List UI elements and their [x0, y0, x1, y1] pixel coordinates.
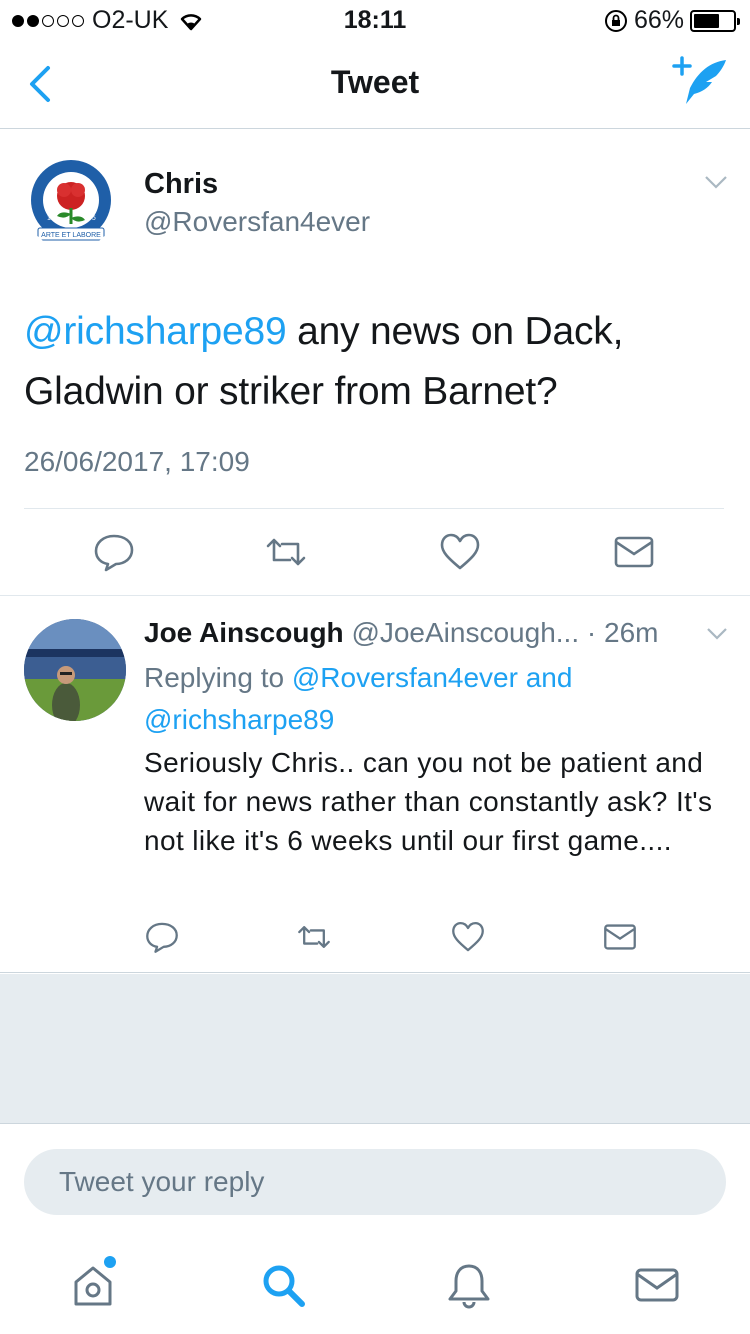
- reply-actions: [0, 919, 750, 955]
- crest-year-left: 18: [47, 215, 55, 222]
- tweet-text: @richsharpe89 any news on Dack, Gladwin …: [24, 302, 724, 422]
- like-heart-icon[interactable]: [450, 919, 486, 955]
- envelope-icon[interactable]: [632, 1260, 682, 1310]
- replying-to: Replying to @Roversfan4ever and @richshar…: [144, 657, 724, 741]
- mention-link[interactable]: @richsharpe89: [24, 310, 287, 353]
- battery-percent: 66%: [633, 6, 684, 34]
- empty-area: [0, 974, 750, 1124]
- battery-fill: [694, 13, 720, 28]
- main-tweet: ARTE ET LABORE 18 75 Chris @Roversfan4ev…: [0, 130, 750, 596]
- direct-message-icon[interactable]: [602, 919, 638, 955]
- reply-tweet[interactable]: Joe Ainscough @JoeAinscough... · 26m Rep…: [0, 597, 750, 973]
- reply-author-handle[interactable]: @JoeAinscough...: [351, 617, 579, 648]
- author-name[interactable]: Chris: [144, 168, 218, 201]
- crest-year-right: 75: [88, 215, 96, 222]
- reply-avatar[interactable]: [24, 619, 126, 721]
- blackburn-rovers-crest-icon: ARTE ET LABORE 18 75: [24, 156, 118, 250]
- chevron-down-icon[interactable]: [704, 174, 728, 190]
- avatar[interactable]: ARTE ET LABORE 18 75: [24, 156, 118, 250]
- stadium-photo-icon: [24, 619, 126, 721]
- reply-input[interactable]: [24, 1149, 726, 1215]
- replying-prefix: Replying to: [144, 662, 292, 693]
- tab-bar: [0, 1236, 750, 1334]
- chevron-down-icon[interactable]: [706, 627, 728, 641]
- navigation-bar: Tweet: [0, 40, 750, 129]
- author-handle[interactable]: @Roversfan4ever: [144, 206, 370, 238]
- tweet-actions: [0, 530, 750, 574]
- reply-icon[interactable]: [92, 530, 136, 574]
- replying-and: and: [517, 662, 573, 693]
- reply-age: 26m: [604, 617, 659, 648]
- reply-header: Joe Ainscough @JoeAinscough... · 26m: [144, 617, 714, 649]
- reply-composer: [0, 1125, 750, 1235]
- battery-icon: [690, 9, 740, 32]
- tweet-timestamp: 26/06/2017, 17:09: [24, 446, 250, 477]
- home-notification-dot: [104, 1256, 116, 1268]
- crest-motto: ARTE ET LABORE: [41, 232, 101, 239]
- reply-text: Seriously Chris.. can you not be patient…: [144, 747, 713, 856]
- bell-icon[interactable]: [444, 1260, 494, 1310]
- direct-message-icon[interactable]: [612, 530, 656, 574]
- replying-to-user-2[interactable]: @richsharpe89: [144, 704, 334, 735]
- reply-icon[interactable]: [144, 919, 180, 955]
- replying-to-user-1[interactable]: @Roversfan4ever: [292, 662, 518, 693]
- status-right: 66%: [604, 6, 740, 35]
- divider: [24, 508, 724, 509]
- page-title: Tweet: [330, 64, 420, 100]
- like-heart-icon[interactable]: [438, 530, 482, 574]
- reply-author-name[interactable]: Joe Ainscough: [144, 617, 344, 648]
- separator: ·: [586, 617, 597, 648]
- compose-tweet-icon[interactable]: [672, 56, 730, 110]
- retweet-icon[interactable]: [264, 530, 308, 574]
- search-icon[interactable]: [258, 1260, 308, 1310]
- retweet-icon[interactable]: [296, 919, 332, 955]
- orientation-lock-icon: [604, 9, 627, 32]
- status-bar: O2-UK 18:11 66%: [0, 0, 750, 40]
